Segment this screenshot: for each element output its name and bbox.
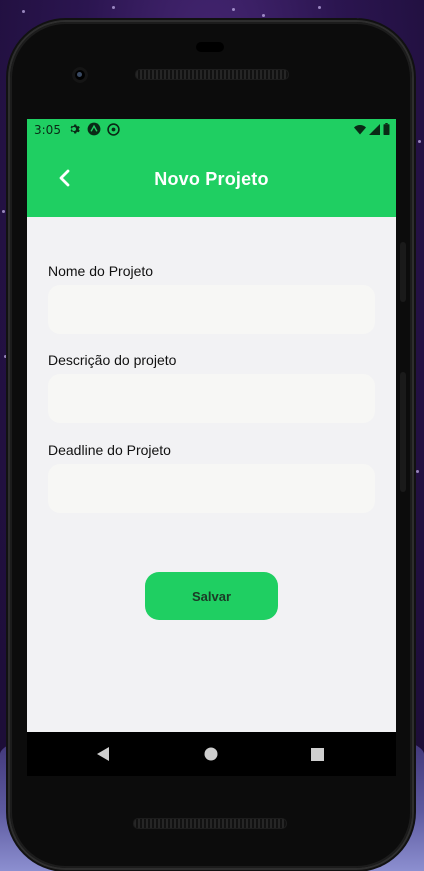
nav-back-button[interactable] [93,744,113,764]
recents-square-icon [310,747,324,761]
page-title: Novo Projeto [154,169,269,189]
project-description-input[interactable] [48,374,375,423]
status-icons-right [354,123,390,138]
android-nav-bar [27,732,396,776]
power-button [400,372,406,492]
wallpaper-star [232,8,235,11]
status-bar: 3:05 [27,119,396,141]
project-name-input[interactable] [48,285,375,334]
gear-icon [68,122,82,136]
home-circle-icon [204,747,218,761]
front-camera-icon [72,67,88,83]
wallpaper-star [150,18,153,21]
wallpaper-star [4,355,7,358]
wallpaper-star [262,14,265,17]
status-time: 3:05 [34,123,61,137]
project-deadline-label: Deadline do Projeto [48,442,171,458]
wallpaper-star [2,210,5,213]
app-bar: Novo Projeto [27,141,396,217]
battery-icon [383,123,390,138]
bottom-speaker-grille [133,818,287,829]
save-button[interactable]: Salvar [145,572,278,620]
project-description-label: Descrição do projeto [48,352,177,368]
react-icon [87,122,101,136]
status-icons-left [68,122,120,136]
project-deadline-input[interactable] [48,464,375,513]
wallpaper-star [318,6,321,9]
earpiece-slot [196,42,224,52]
wifi-icon [354,124,366,138]
wallpaper-star [22,10,25,13]
nav-recents-button[interactable] [307,744,327,764]
top-speaker-grille [135,69,289,80]
volume-button [400,242,406,302]
wallpaper-star [112,6,115,9]
sync-icon [106,122,120,136]
project-name-label: Nome do Projeto [48,263,154,279]
back-triangle-icon [97,747,109,761]
wallpaper-star [356,18,359,21]
wallpaper-star [418,140,421,143]
wallpaper-star [416,470,419,473]
app-screen: 3:05 Novo Projeto Nome do Projeto Descri… [27,119,396,732]
nav-home-button[interactable] [201,744,221,764]
signal-icon [369,123,380,138]
